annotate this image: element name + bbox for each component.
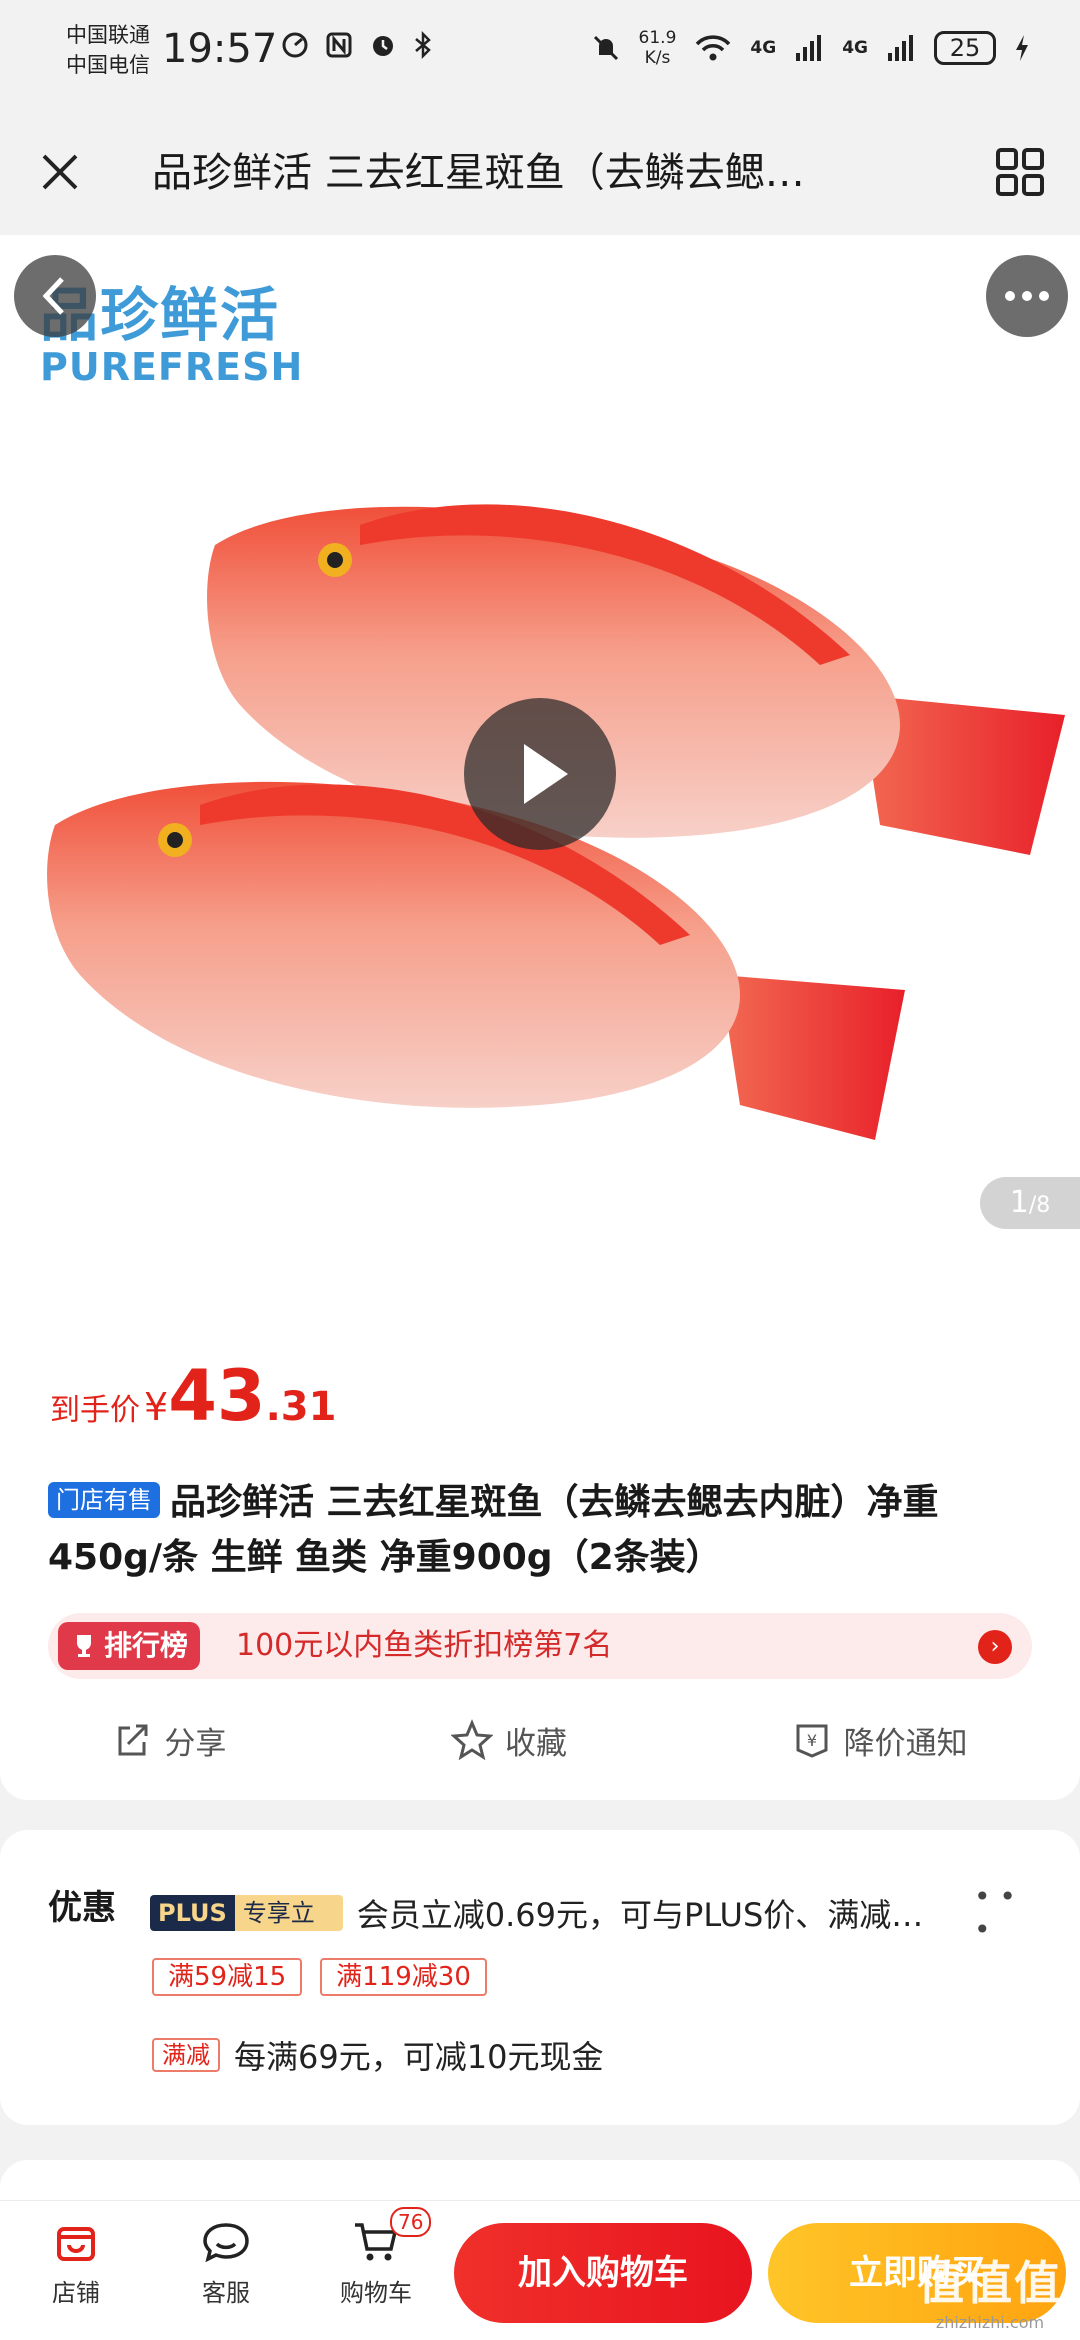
status-icons-left (280, 30, 434, 60)
grid-icon (996, 148, 1044, 196)
star-icon (450, 1719, 493, 1761)
signal-icon-1 (796, 35, 822, 61)
alarm-icon (373, 36, 393, 56)
plus-badge: PLUS 专享立减 (150, 1895, 343, 1931)
status-icons-right: 61.9 K/s 4G 4G 25 (591, 28, 1030, 68)
watermark-en: zhizhizhi.com (935, 2313, 1045, 2332)
ranking-text: 100元以内鱼类折扣榜第7名 (236, 1628, 613, 1663)
mute-icon (593, 35, 618, 61)
ranking-badge: 排行榜 (58, 1622, 201, 1670)
manjian-row: 满减 每满69元，可减10元现金 (152, 2032, 603, 2078)
ranking-badge-label: 排行榜 (104, 1629, 189, 1662)
net-speed-unit: K/s (644, 48, 671, 68)
price-alert-label: 降价通知 (843, 1725, 968, 1762)
status-time: 19:57 (162, 26, 278, 72)
ranking-bar[interactable]: 排行榜 100元以内鱼类折扣榜第7名 › (48, 1613, 1032, 1679)
image-page-indicator: 1/8 (980, 1177, 1080, 1229)
carrier-2: 中国电信 (66, 53, 150, 77)
store-tab[interactable]: 店铺 (16, 2217, 136, 2308)
favorite-label: 收藏 (504, 1725, 567, 1762)
chat-icon (203, 2223, 249, 2263)
price-integer: 43 (168, 1355, 266, 1437)
price-label: 到手价 (50, 1393, 140, 1428)
store-icon (57, 2227, 95, 2261)
bottom-action-bar: 店铺 客服 购物车 76 加入购物车 立即购买 值值值 zhizhizhi.co… (0, 2200, 1080, 2340)
page-title: 品珍鲜活 三去红星斑鱼（去鳞去鳃… (152, 150, 805, 196)
page-current: 1 (1009, 1185, 1029, 1220)
plus-promo-desc: 会员立减0.69元，可与PLUS价、满减… (356, 1896, 924, 1934)
product-title-block: 门店有售 品珍鲜活 三去红星斑鱼（去鳞去鳃去内脏）净重450g/条 生鲜 鱼类 净… (48, 1475, 1048, 1585)
cart-count-badge: 76 (390, 2207, 432, 2237)
signal-icon-2 (888, 35, 913, 61)
page-total: /8 (1028, 1193, 1051, 1218)
net-speed-value: 61.9 (638, 28, 677, 48)
action-row: 分享 收藏 ¥ 降价通知 (0, 1695, 1080, 1785)
add-to-cart-button[interactable]: 加入购物车 (454, 2223, 752, 2323)
wifi-icon (696, 35, 731, 61)
store-available-badge: 门店有售 (48, 1482, 160, 1518)
share-label: 分享 (164, 1725, 227, 1762)
close-button[interactable] (28, 140, 92, 204)
back-button[interactable] (14, 255, 96, 337)
carrier-1: 中国联通 (66, 23, 150, 47)
bluetooth-icon (415, 30, 431, 60)
price-tag-icon: ¥ (796, 1724, 828, 1758)
svg-text:¥: ¥ (807, 1731, 817, 1750)
manjian-text: 每满69元，可减10元现金 (234, 2038, 604, 2076)
net-speed: 61.9 K/s (639, 28, 677, 68)
service-tab-label: 客服 (202, 2279, 250, 2307)
cart-tab-label: 购物车 (340, 2279, 412, 2307)
more-dots-icon[interactable]: • • • (974, 1880, 1040, 1946)
product-info-card: 到手价 ¥ 43 .31 门店有售 品珍鲜活 三去红星斑鱼（去鳞去鳃去内脏）净重4… (0, 1295, 1080, 1800)
more-button[interactable] (986, 255, 1068, 337)
price-symbol: ¥ (144, 1385, 169, 1429)
plus-badge-right: 专享立减 (234, 1895, 343, 1931)
site-watermark: 值值值 zhizhizhi.com (918, 2247, 1062, 2332)
product-title: 品珍鲜活 三去红星斑鱼（去鳞去鳃去内脏）净重450g/条 生鲜 鱼类 净重900… (48, 1482, 939, 1578)
plus-promo-row: PLUS 专享立减 会员立减0.69元，可与PLUS价、满减… • • • (150, 1880, 1040, 1946)
promo-heading: 优惠 (48, 1888, 116, 1928)
title-bar: 品珍鲜活 三去红星斑鱼（去鳞去鳃… (0, 110, 1080, 235)
battery-indicator: 25 (934, 31, 996, 65)
plus-badge-left: PLUS (150, 1895, 235, 1931)
share-button[interactable]: 分享 (112, 1718, 226, 1763)
speedometer-icon (282, 32, 308, 58)
trophy-icon (77, 1635, 91, 1657)
menu-grid-button[interactable] (988, 140, 1052, 204)
chevron-right-icon: › (978, 1630, 1012, 1664)
play-icon (524, 744, 568, 804)
store-tab-label: 店铺 (52, 2279, 100, 2307)
watermark-cn: 值值值 (918, 2256, 1062, 2310)
nfc-icon (326, 32, 352, 58)
manjian-tag: 满减 (152, 2038, 220, 2072)
carrier-info: 中国联通 中国电信 (66, 20, 150, 80)
product-gallery[interactable]: 品珍鲜活 PUREFRESH 1/8 (0, 235, 1080, 1295)
charging-icon (1016, 35, 1028, 61)
more-dots-icon (1005, 291, 1049, 301)
status-bar: 中国联通 中国电信 19:57 61.9 K/s 4G 4G 25 (0, 0, 1080, 110)
promotion-card[interactable]: 优惠 PLUS 专享立减 会员立减0.69元，可与PLUS价、满减… • • •… (0, 1830, 1080, 2125)
service-tab[interactable]: 客服 (166, 2217, 286, 2308)
coupon-list: 满59减15 满119减30 (152, 1958, 487, 1996)
price-row: 到手价 ¥ 43 .31 (50, 1355, 336, 1437)
chevron-left-icon (42, 277, 64, 315)
coupon-item[interactable]: 满119减30 (320, 1958, 487, 1996)
network-4g-2: 4G (842, 38, 868, 58)
price-alert-button[interactable]: ¥ 降价通知 (792, 1718, 968, 1763)
network-4g-1: 4G (750, 38, 777, 58)
brand-logo-en: PUREFRESH (40, 345, 304, 389)
play-video-button[interactable] (464, 698, 616, 850)
share-icon (118, 1724, 148, 1756)
favorite-button[interactable]: 收藏 (450, 1718, 567, 1763)
price-decimal: .31 (265, 1384, 337, 1430)
cart-tab[interactable]: 购物车 76 (316, 2207, 436, 2308)
close-icon (42, 154, 78, 190)
coupon-item[interactable]: 满59减15 (152, 1958, 303, 1996)
